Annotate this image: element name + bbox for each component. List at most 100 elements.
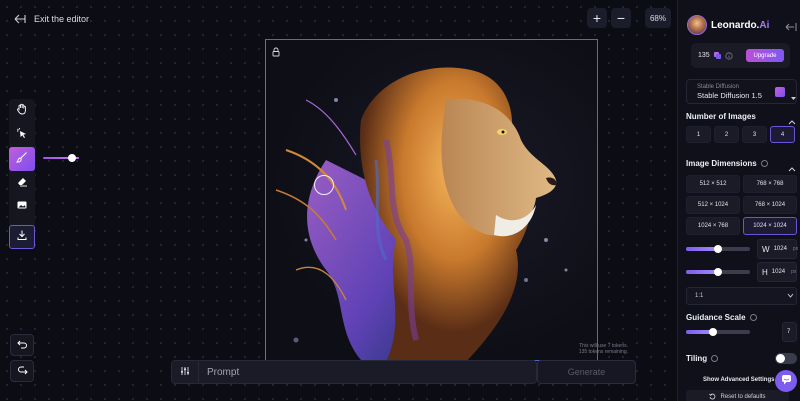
collapse-panel-icon[interactable] <box>785 19 797 37</box>
settings-panel: Leonardo.Ai 135 Upgrade Stable Diffusion… <box>677 0 800 401</box>
prompt-settings-button[interactable] <box>172 363 198 381</box>
history-controls <box>10 334 34 382</box>
redo-icon <box>17 362 28 380</box>
lion-artwork-image <box>275 67 568 360</box>
eraser-tool-button[interactable] <box>9 171 35 195</box>
number-of-images-option[interactable]: 3 <box>742 126 767 143</box>
guidance-scale-slider[interactable] <box>686 327 750 336</box>
chat-icon <box>781 372 792 390</box>
brush-cursor <box>314 175 334 195</box>
brand-name: Leonardo.Ai <box>711 20 769 31</box>
width-slider[interactable] <box>686 244 750 253</box>
zoom-level[interactable]: 68% <box>645 8 671 28</box>
width-axis-label: W <box>762 244 770 254</box>
guidance-scale-title: Guidance Scale <box>686 313 757 322</box>
tiling-toggle[interactable] <box>775 353 797 364</box>
tokens-remaining-text: 135 tokens remaining. <box>578 349 628 355</box>
height-field[interactable]: H 1024 px <box>757 262 797 282</box>
width-value: 1024 <box>773 246 787 252</box>
dimension-options: 512 × 512 768 × 768 512 × 1024 768 × 1024 10… <box>686 175 797 235</box>
reset-to-defaults-button[interactable]: Reset to defaults <box>686 390 789 401</box>
arrow-left-icon <box>14 14 26 24</box>
canvas-area[interactable]: Exit the editor + − 68% This will use 7 … <box>0 0 677 401</box>
prompt-input[interactable] <box>199 361 536 383</box>
model-badge-icon <box>775 87 785 97</box>
number-of-images-option[interactable]: 1 <box>686 126 711 143</box>
token-count: 135 <box>698 52 710 59</box>
hand-icon <box>16 102 28 120</box>
number-of-images-options: 1234 <box>686 126 795 143</box>
tiling-text: Tiling <box>686 354 708 363</box>
height-axis-label: H <box>762 267 768 277</box>
image-icon <box>16 198 28 216</box>
number-of-images-option[interactable]: 2 <box>714 126 739 143</box>
exit-editor-label: Exit the editor <box>34 14 90 24</box>
token-card: 135 Upgrade <box>691 43 790 68</box>
reset-label: Reset to defaults <box>720 394 766 400</box>
chevron-down-icon <box>790 88 797 106</box>
number-of-images-title: Number of Images <box>686 112 756 121</box>
generation-info: This will use 7 tokens. 135 tokens remai… <box>548 343 628 355</box>
prompt-bar <box>171 360 537 384</box>
undo-button[interactable] <box>10 334 34 356</box>
width-slider-thumb[interactable] <box>714 245 722 253</box>
zoom-controls: + − 68% <box>587 8 671 28</box>
hand-tool-button[interactable] <box>9 99 35 123</box>
height-unit: px <box>791 269 797 275</box>
redo-button[interactable] <box>10 360 34 382</box>
aspect-ratio-select[interactable]: 1:1 <box>686 287 797 305</box>
select-tool-button[interactable] <box>9 123 35 147</box>
guidance-slider-thumb[interactable] <box>708 328 717 336</box>
brand-suffix: Ai <box>759 19 770 31</box>
avatar[interactable] <box>687 15 707 35</box>
dimension-option[interactable]: 512 × 512 <box>686 175 740 193</box>
zoom-in-button[interactable]: + <box>587 8 607 28</box>
upgrade-button[interactable]: Upgrade <box>746 49 784 62</box>
width-unit: px <box>792 246 799 252</box>
exit-editor-button[interactable]: Exit the editor <box>14 14 89 24</box>
paintbrush-icon <box>15 150 28 168</box>
info-icon[interactable] <box>725 47 733 65</box>
undo-icon <box>16 336 28 354</box>
eraser-icon <box>16 174 28 192</box>
width-field[interactable]: W 1024 px <box>757 239 799 259</box>
chat-support-button[interactable] <box>775 370 797 392</box>
reset-icon <box>709 393 716 401</box>
download-button[interactable] <box>9 225 35 249</box>
height-value: 1024 <box>771 269 786 275</box>
chevron-down-icon <box>787 293 794 300</box>
aspect-ratio-value: 1:1 <box>695 293 704 299</box>
model-select[interactable]: Stable Diffusion Stable Diffusion 1.5 <box>686 79 797 104</box>
generate-button[interactable]: Generate <box>537 360 636 384</box>
help-icon[interactable] <box>749 314 757 321</box>
brush-tool-button[interactable] <box>9 147 35 171</box>
brush-size-slider[interactable] <box>43 154 81 162</box>
lock-icon[interactable] <box>271 44 281 62</box>
image-canvas-frame[interactable] <box>265 39 598 361</box>
help-icon[interactable] <box>711 355 719 362</box>
guidance-scale-text: Guidance Scale <box>686 313 746 322</box>
magic-pointer-icon <box>16 126 28 144</box>
guidance-scale-field[interactable]: 7 <box>782 322 797 342</box>
dimension-option[interactable]: 768 × 768 <box>743 175 797 193</box>
height-slider[interactable] <box>686 267 750 276</box>
show-advanced-settings-button[interactable]: Show Advanced Settings <box>703 377 774 383</box>
image-dimensions-text: Image Dimensions <box>686 159 757 168</box>
dimension-option[interactable]: 1024 × 1024 <box>743 217 797 235</box>
dimension-option[interactable]: 1024 × 768 <box>686 217 740 235</box>
token-icon <box>713 47 722 65</box>
brush-size-thumb[interactable] <box>67 154 76 162</box>
height-slider-thumb[interactable] <box>714 268 722 276</box>
tool-sidebar <box>9 99 35 249</box>
image-tool-button[interactable] <box>9 195 35 219</box>
download-icon <box>16 228 28 246</box>
dimension-option[interactable]: 512 × 1024 <box>686 196 740 214</box>
guidance-scale-value: 7 <box>787 329 791 335</box>
tiling-title: Tiling <box>686 354 719 363</box>
dimension-option[interactable]: 768 × 1024 <box>743 196 797 214</box>
brand-name-text: Leonardo. <box>711 19 760 31</box>
number-of-images-option[interactable]: 4 <box>770 126 795 143</box>
tiling-toggle-knob <box>776 354 785 363</box>
zoom-out-button[interactable]: − <box>611 8 631 28</box>
help-icon[interactable] <box>760 160 768 167</box>
